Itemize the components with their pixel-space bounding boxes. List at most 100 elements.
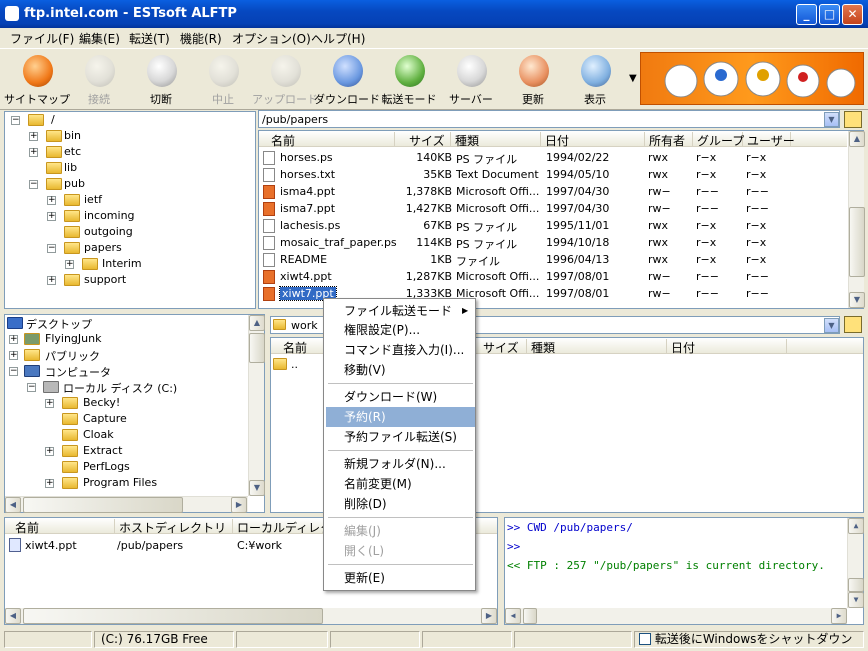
menu-item-download[interactable]: ダウンロード(W)	[326, 387, 475, 407]
menu-help[interactable]: ヘルプ(H)	[311, 30, 365, 47]
log-vscrollbar[interactable]: ▲ ▼	[847, 518, 864, 608]
scroll-thumb[interactable]	[249, 333, 265, 363]
remote-parent-folder-button[interactable]	[844, 111, 862, 128]
col-host-dir[interactable]: ホストディレクトリ	[115, 519, 233, 535]
local-parent-folder-button[interactable]	[844, 316, 862, 333]
menu-edit[interactable]: 編集(E)	[79, 30, 120, 47]
scroll-thumb[interactable]	[849, 207, 865, 277]
tree-item-extract[interactable]: Extract	[83, 444, 122, 457]
stop-button[interactable]: 中止	[192, 53, 254, 109]
scroll-right-icon[interactable]: ▶	[831, 608, 847, 624]
menu-item-reserve-transfer[interactable]: 予約ファイル転送(S)	[326, 427, 475, 447]
toolbar-more-icon[interactable]: ▼	[629, 73, 637, 84]
col-date[interactable]: 日付	[667, 339, 787, 355]
expand-icon[interactable]: +	[29, 148, 38, 157]
scroll-left-icon[interactable]: ◀	[5, 608, 21, 624]
scroll-down-icon[interactable]: ▼	[848, 592, 864, 608]
tree-item-program-files[interactable]: Program Files	[83, 476, 157, 489]
tree-item-root[interactable]: /	[51, 113, 55, 126]
tree-item-flyingjunk[interactable]: FlyingJunk	[45, 332, 101, 345]
remote-path-combo[interactable]: /pub/papers	[258, 110, 840, 128]
expand-icon[interactable]: +	[9, 351, 18, 360]
table-row[interactable]: lachesis.ps 67KB PS ファイル 1995/11/01 rwx r−x r−…	[262, 217, 848, 234]
transfer-mode-button[interactable]: 転送モード	[378, 53, 440, 109]
collapse-icon[interactable]: −	[9, 367, 18, 376]
col-owner[interactable]: 所有者	[645, 132, 693, 148]
col-user[interactable]: ユーザー	[743, 132, 795, 148]
tree-item-public[interactable]: パブリック	[45, 348, 100, 364]
close-button[interactable]: ✕	[842, 4, 863, 25]
menu-transfer[interactable]: 転送(T)	[129, 30, 170, 47]
tree-item-desktop[interactable]: デスクトップ	[26, 316, 92, 332]
table-row[interactable]: horses.ps 140KB PS ファイル 1994/02/22 rwx r−x r−x	[262, 149, 848, 166]
tree-item-pub[interactable]: pub	[64, 177, 85, 190]
menu-item-move[interactable]: 移動(V)	[326, 360, 475, 380]
expand-icon[interactable]: +	[45, 399, 54, 408]
col-type[interactable]: 種類	[451, 132, 541, 148]
view-button[interactable]: 表示	[564, 53, 626, 109]
remote-path-dropdown-icon[interactable]: ▼	[824, 112, 839, 127]
tree-item-interim[interactable]: Interim	[102, 257, 142, 270]
tree-item-local-disk[interactable]: ローカル ディスク (C:)	[63, 380, 177, 396]
app-icon[interactable]	[5, 6, 19, 21]
tree-item-support[interactable]: support	[84, 273, 126, 286]
expand-icon[interactable]: +	[47, 212, 56, 221]
log-hscrollbar[interactable]: ◀ ▶	[505, 608, 847, 624]
scroll-up-icon[interactable]: ▲	[249, 315, 265, 331]
menu-options[interactable]: オプション(O)	[232, 30, 311, 47]
local-tree-vscrollbar[interactable]: ▲ ▼	[248, 315, 265, 496]
col-type[interactable]: 種類	[527, 339, 667, 355]
tree-item-incoming[interactable]: incoming	[84, 209, 135, 222]
collapse-icon[interactable]: −	[11, 116, 20, 125]
scroll-right-icon[interactable]: ▶	[231, 497, 247, 513]
minimize-button[interactable]: _	[796, 4, 817, 25]
menu-item-open[interactable]: 開く(L)	[326, 541, 475, 561]
table-row[interactable]: isma7.ppt 1,427KB Microsoft Offi... 1997/04…	[262, 200, 848, 217]
disconnect-button[interactable]: 切断	[130, 53, 192, 109]
menu-item-permissions[interactable]: 権限設定(P)...	[326, 320, 475, 340]
col-name[interactable]: 名前	[267, 132, 395, 148]
scroll-right-icon[interactable]: ▶	[481, 608, 497, 624]
menu-item-rename[interactable]: 名前変更(M)	[326, 474, 475, 494]
connect-button[interactable]: 接続	[68, 53, 130, 109]
tree-item-capture[interactable]: Capture	[83, 412, 127, 425]
tree-item-cloak[interactable]: Cloak	[83, 428, 114, 441]
expand-icon[interactable]: +	[29, 132, 38, 141]
remote-folder-tree[interactable]: − / + bin + etc lib − pub + ietf + incoming ou…	[4, 111, 256, 309]
col-group[interactable]: グループ	[693, 132, 744, 148]
expand-icon[interactable]: +	[47, 196, 56, 205]
scroll-thumb[interactable]	[523, 608, 537, 624]
refresh-button[interactable]: 更新	[502, 53, 564, 109]
download-button[interactable]: ダウンロード	[314, 53, 380, 109]
expand-icon[interactable]: +	[45, 479, 54, 488]
maximize-button[interactable]: □	[819, 4, 840, 25]
tree-item-etc[interactable]: etc	[64, 145, 81, 158]
scroll-up-icon[interactable]: ▲	[849, 131, 865, 147]
menu-function[interactable]: 機能(R)	[180, 30, 222, 47]
table-row[interactable]: xiwt4.ppt 1,287KB Microsoft Offi... 1997/08…	[262, 268, 848, 285]
menu-item-reserve[interactable]: 予約(R)	[326, 407, 475, 427]
menu-item-edit[interactable]: 編集(J)	[326, 521, 475, 541]
scroll-up-icon[interactable]: ▲	[848, 518, 864, 534]
menu-item-transfer-mode[interactable]: ファイル転送モード	[326, 301, 475, 321]
tree-item-bin[interactable]: bin	[64, 129, 81, 142]
sitemap-button[interactable]: サイトマップ	[4, 53, 70, 109]
menu-item-delete[interactable]: 削除(D)	[326, 494, 475, 514]
shutdown-option[interactable]: 転送後にWindowsをシャットダウン	[634, 631, 864, 648]
col-name[interactable]: 名前	[11, 519, 115, 535]
table-row[interactable]: README 1KB ファイル 1996/04/13 rwx r−x r−x	[262, 251, 848, 268]
remote-list-scrollbar[interactable]: ▲ ▼	[848, 131, 865, 308]
tree-item-lib[interactable]: lib	[64, 161, 77, 174]
table-row[interactable]: mosaic_traf_paper.ps 114KB PS ファイル 1994/10/…	[262, 234, 848, 251]
scroll-thumb[interactable]	[23, 497, 183, 513]
server-button[interactable]: サーバー	[440, 53, 502, 109]
table-row[interactable]: xiwt4.ppt /pub/papers C:¥work	[7, 537, 327, 554]
scroll-thumb[interactable]	[23, 608, 323, 624]
expand-icon[interactable]: +	[45, 447, 54, 456]
local-tree-hscrollbar[interactable]: ◀ ▶	[5, 496, 248, 513]
shutdown-checkbox[interactable]	[639, 633, 651, 645]
table-row[interactable]: horses.txt 35KB Text Document 1994/05/10 rwx…	[262, 166, 848, 183]
upload-button[interactable]: アップロード	[252, 53, 318, 109]
scroll-left-icon[interactable]: ◀	[5, 497, 21, 513]
collapse-icon[interactable]: −	[29, 180, 38, 189]
